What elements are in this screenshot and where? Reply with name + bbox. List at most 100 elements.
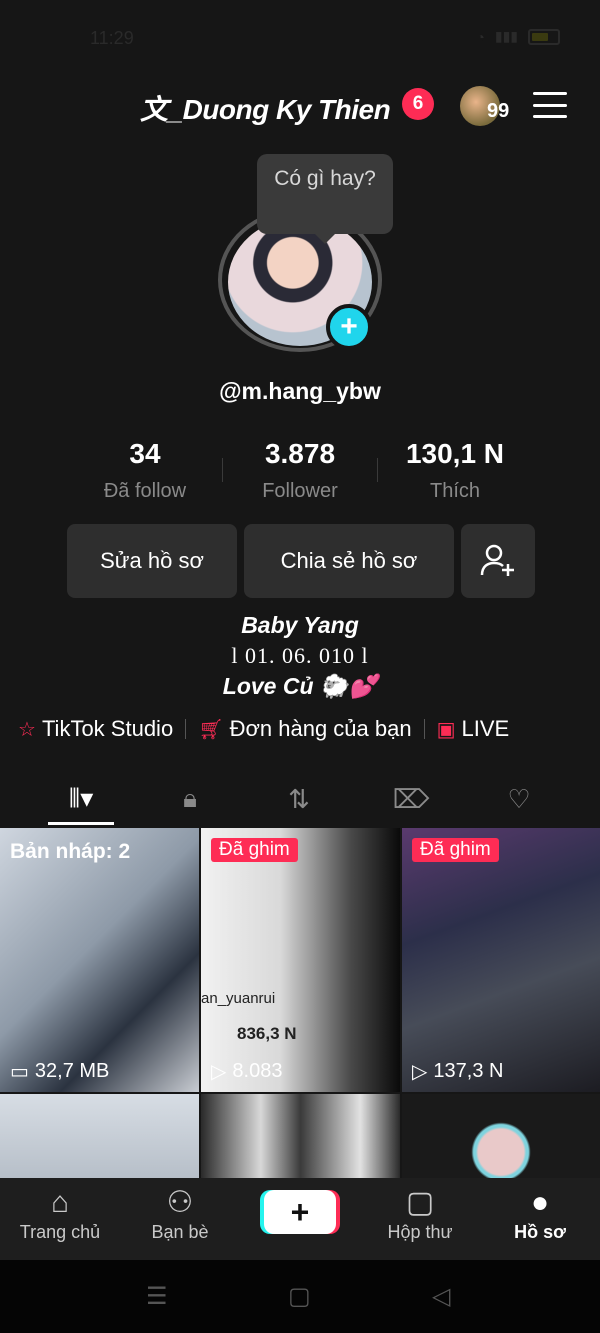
bio-line: Love Củ 🐑💕 bbox=[222, 673, 378, 699]
divider bbox=[185, 719, 187, 739]
video-tile[interactable]: Đã ghim an_yuanrui 836,3 N ▷ 8.083 bbox=[201, 828, 400, 1092]
system-nav-bar: ☰ ▢ ◁ bbox=[0, 1260, 600, 1333]
profile-handle: @m.hang_ybw bbox=[219, 378, 381, 404]
notification-badge: 6 bbox=[402, 88, 434, 120]
stat-followers[interactable]: 3.878 Follower bbox=[223, 438, 377, 508]
back-icon[interactable]: ◁ bbox=[432, 1282, 450, 1311]
nav-label: Bạn bè bbox=[151, 1222, 209, 1242]
nav-label: Hộp thư bbox=[387, 1222, 453, 1242]
drafts-label: Bản nháp: 2 bbox=[10, 840, 131, 863]
video-meta: ▷ 8.083 bbox=[211, 1059, 282, 1084]
video-tile[interactable]: Đã ghim ▷ 137,3 N bbox=[402, 828, 600, 1092]
status-icons: ◔ ▮▮▮ bbox=[476, 28, 560, 45]
video-caption: an_yuanrui bbox=[201, 990, 276, 1007]
grid-icon: ⦀▾ bbox=[68, 783, 94, 813]
nav-home[interactable]: ⌂ Trang chủ bbox=[0, 1178, 120, 1260]
heart-icon: ♡ bbox=[507, 783, 531, 814]
recent-apps-icon[interactable]: ☰ bbox=[146, 1282, 168, 1311]
status-prompt-tooltip[interactable]: Có gì hay? bbox=[257, 154, 393, 244]
nav-friends[interactable]: ⚇ Bạn bè bbox=[120, 1178, 240, 1260]
add-user-icon bbox=[480, 544, 514, 576]
add-story-icon[interactable]: + bbox=[326, 304, 372, 350]
cart-icon: 🛒︎ bbox=[198, 718, 224, 741]
divider bbox=[423, 719, 425, 739]
live-link[interactable]: ▣ LIVE bbox=[437, 716, 510, 742]
tiktok-studio-link[interactable]: ☆ TikTok Studio bbox=[18, 716, 173, 742]
stat-label: Follower bbox=[262, 480, 338, 502]
nav-inbox[interactable]: ▢ Hộp thư bbox=[360, 1178, 480, 1260]
nav-label: Trang chủ bbox=[19, 1222, 101, 1242]
view-count: 137,3 N bbox=[433, 1060, 504, 1082]
profile-header: 文_Duong Ky Thien 6 99 bbox=[0, 82, 600, 130]
account-switcher[interactable]: 文_Duong Ky Thien bbox=[140, 88, 391, 128]
video-tile[interactable] bbox=[402, 1094, 600, 1178]
home-icon: ⌂ bbox=[50, 1186, 70, 1219]
video-thumbnail bbox=[402, 828, 600, 1092]
create-icon: + bbox=[290, 1193, 310, 1230]
tab-private[interactable]: 🔒︎ bbox=[155, 770, 225, 828]
video-meta: ▭ 32,7 MB bbox=[10, 1059, 109, 1084]
bio-line: Baby Yang bbox=[241, 612, 359, 638]
video-thumbnail bbox=[201, 1094, 400, 1178]
folder-icon: ▭ bbox=[10, 1061, 29, 1083]
stat-value: 130,1 N bbox=[405, 438, 505, 469]
video-grid: Bản nháp: 2 ▭ 32,7 MB Đã ghim an_yuanrui… bbox=[0, 828, 600, 1178]
link-label: Đơn hàng của bạn bbox=[229, 716, 412, 741]
friends-avatar-count: 99 bbox=[487, 100, 510, 122]
menu-icon[interactable] bbox=[533, 92, 567, 118]
profile-icon: ● bbox=[530, 1186, 550, 1219]
play-icon: ▷ bbox=[412, 1061, 428, 1083]
share-profile-button[interactable]: Chia sẻ hồ sơ bbox=[244, 524, 454, 598]
bio-line: l 01. 06. 010 l bbox=[231, 643, 369, 668]
status-time: 11:29 bbox=[90, 28, 134, 48]
video-caption-count: 836,3 N bbox=[237, 1024, 297, 1043]
stat-label: Thích bbox=[429, 480, 481, 502]
video-tile[interactable] bbox=[0, 1094, 199, 1178]
friends-icon: ⚇ bbox=[166, 1186, 194, 1219]
video-thumbnail bbox=[0, 1094, 199, 1178]
signal-icon: ▮▮▮ bbox=[494, 28, 518, 44]
repost-icon: ⇅ bbox=[288, 783, 310, 814]
pinned-badge: Đã ghim bbox=[412, 838, 499, 862]
status-bar: 11:29 ◔ ▮▮▮ bbox=[0, 0, 600, 78]
video-tile[interactable] bbox=[201, 1094, 400, 1178]
add-friend-button[interactable] bbox=[461, 524, 535, 598]
content-tabs: ⦀▾ 🔒︎ ⇅ ⌦ ♡ bbox=[0, 770, 600, 828]
tab-favorites[interactable]: ⌦ bbox=[376, 770, 446, 828]
tab-videos[interactable]: ⦀▾ bbox=[46, 770, 116, 828]
view-count: 8.083 bbox=[232, 1060, 283, 1082]
video-size: 32,7 MB bbox=[34, 1060, 110, 1082]
battery-icon bbox=[528, 28, 560, 45]
edit-profile-button[interactable]: Sửa hồ sơ bbox=[67, 524, 237, 598]
bookmark-icon: ⌦ bbox=[392, 783, 430, 814]
home-button-icon[interactable]: ▢ bbox=[288, 1282, 311, 1311]
stat-label: Đã follow bbox=[103, 480, 187, 502]
stat-likes[interactable]: 130,1 N Thích bbox=[378, 438, 532, 508]
live-icon: ▣ bbox=[436, 718, 456, 741]
active-tab-indicator bbox=[48, 822, 114, 825]
video-tile-drafts[interactable]: Bản nháp: 2 ▭ 32,7 MB bbox=[0, 828, 199, 1092]
profile-bio: Baby Yang l 01. 06. 010 l Love Củ 🐑💕 bbox=[0, 612, 600, 700]
create-button[interactable]: + bbox=[264, 1190, 336, 1234]
play-icon: ▷ bbox=[211, 1061, 227, 1083]
pinned-badge: Đã ghim bbox=[211, 838, 298, 862]
nav-profile[interactable]: ● Hồ sơ bbox=[480, 1178, 600, 1260]
tab-reposts[interactable]: ⇅ bbox=[264, 770, 334, 828]
studio-icon: ☆ bbox=[18, 718, 36, 741]
orders-link[interactable]: 🛒︎ Đơn hàng của bạn bbox=[198, 716, 411, 742]
link-label: LIVE bbox=[461, 716, 510, 741]
video-thumbnail bbox=[201, 828, 400, 1092]
wifi-icon: ◔ bbox=[476, 28, 485, 45]
stat-following[interactable]: 34 Đã follow bbox=[68, 438, 222, 508]
stat-value: 3.878 bbox=[264, 438, 336, 469]
video-thumbnail bbox=[0, 828, 199, 1092]
video-meta: ▷ 137,3 N bbox=[412, 1059, 503, 1084]
profile-links: ☆ TikTok Studio 🛒︎ Đơn hàng của bạn ▣ LI… bbox=[18, 712, 588, 746]
bottom-nav: ⌂ Trang chủ ⚇ Bạn bè + ▢ Hộp thư ● Hồ sơ bbox=[0, 1178, 600, 1260]
tab-liked[interactable]: ♡ bbox=[484, 770, 554, 828]
stat-value: 34 bbox=[129, 438, 161, 469]
video-thumbnail bbox=[402, 1094, 600, 1178]
link-label: TikTok Studio bbox=[41, 716, 174, 741]
profile-actions: Sửa hồ sơ Chia sẻ hồ sơ bbox=[67, 524, 535, 598]
inbox-icon: ▢ bbox=[405, 1186, 435, 1219]
